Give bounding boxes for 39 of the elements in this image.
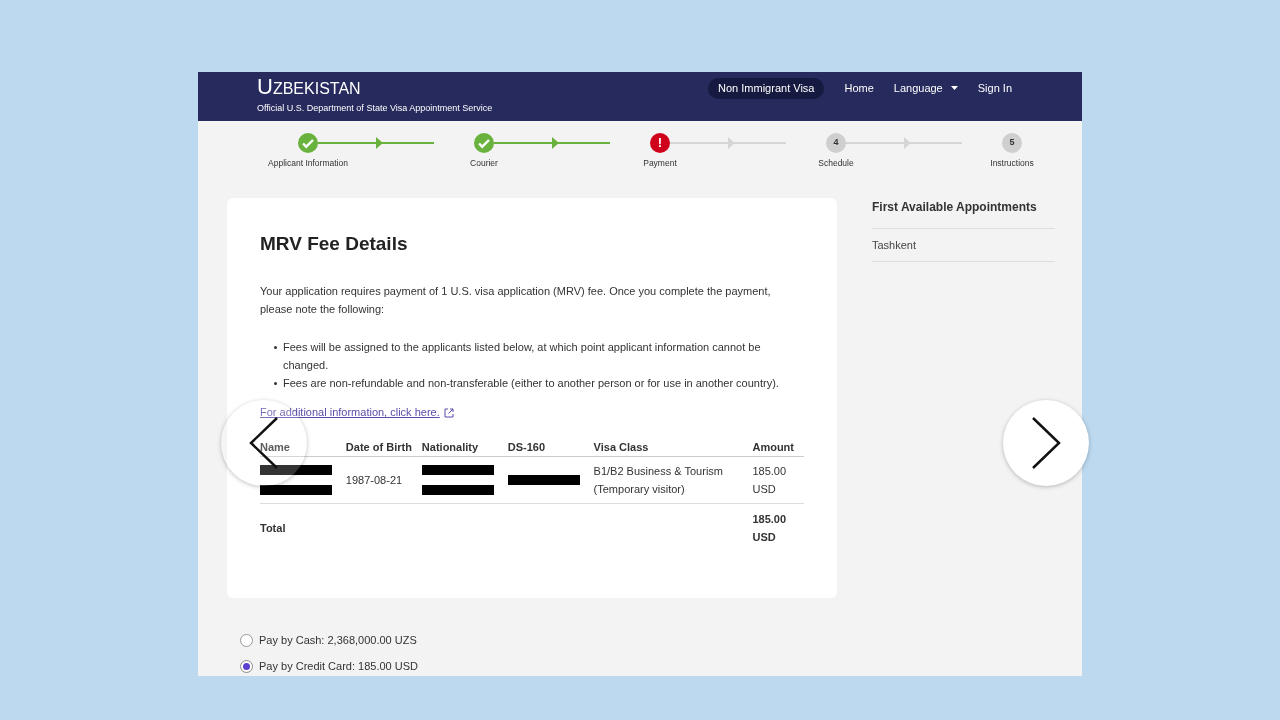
payment-option[interactable]: Pay by Credit Card: 185.00 USD (240, 658, 1082, 675)
radio-button[interactable] (240, 660, 253, 673)
nav-link[interactable]: Non Immigrant Visa (708, 78, 825, 99)
step-label: Instructions (990, 157, 1034, 170)
card-title: MRV Fee Details (260, 231, 409, 256)
column-header: Name (260, 440, 346, 457)
radio-button[interactable] (240, 633, 253, 647)
step-label: Schedule (818, 157, 854, 170)
language-menu[interactable]: Language (893, 78, 958, 99)
table-cell-text: B1/B2 Business & Tourism (Temporary visitor) (593, 463, 724, 497)
nav-link[interactable]: Sign In (977, 78, 1012, 99)
site-subtitle: Official U.S. Department of State Visa Appointment Service (257, 102, 493, 115)
step-label: Courier (470, 157, 498, 170)
column-header: Visa Class (593, 440, 753, 457)
column-header: Amount (752, 440, 804, 457)
nav-link[interactable]: Home (844, 78, 874, 99)
site-title: UZBEKISTAN (257, 76, 362, 98)
step-number: 5 (1002, 133, 1022, 153)
column-header: Nationality (421, 440, 508, 457)
column-header: Date of Birth (345, 440, 422, 457)
payment-option[interactable]: Pay by Cash: 2,368,000.00 UZS (240, 631, 1082, 649)
bullet-text: Fees will be assigned to the applicants listed below, at which point applicant information cannot be changed. (283, 340, 762, 374)
step-label: Applicant Information (268, 157, 348, 170)
info-link[interactable]: For additional information, click here. (260, 404, 440, 421)
chevron-right-icon (1031, 417, 1061, 469)
intro-text: Your application requires payment of 1 U.S. visa application (MRV) fee. Once you complete the payment, please note the following: (260, 284, 772, 318)
sidebar-title: First Available Appointments (872, 197, 1055, 229)
step-number: 4 (826, 133, 846, 153)
total-amount: 185.00 USD (752, 511, 788, 545)
location-item: Tashkent (872, 228, 1055, 263)
external-link-icon (443, 407, 454, 418)
total-label: Total (260, 521, 286, 534)
step-status: ! (650, 133, 670, 153)
column-header: DS-160 (507, 440, 594, 457)
bullet-text: Fees are non-refundable and non-transferable (either to another person or for use in another country). (283, 376, 779, 392)
table-cell: 1987-08-21 (345, 473, 403, 486)
table-cell-text: 185.00 USD (752, 463, 788, 497)
caret-icon (950, 86, 958, 91)
step-label: Payment (643, 157, 677, 170)
